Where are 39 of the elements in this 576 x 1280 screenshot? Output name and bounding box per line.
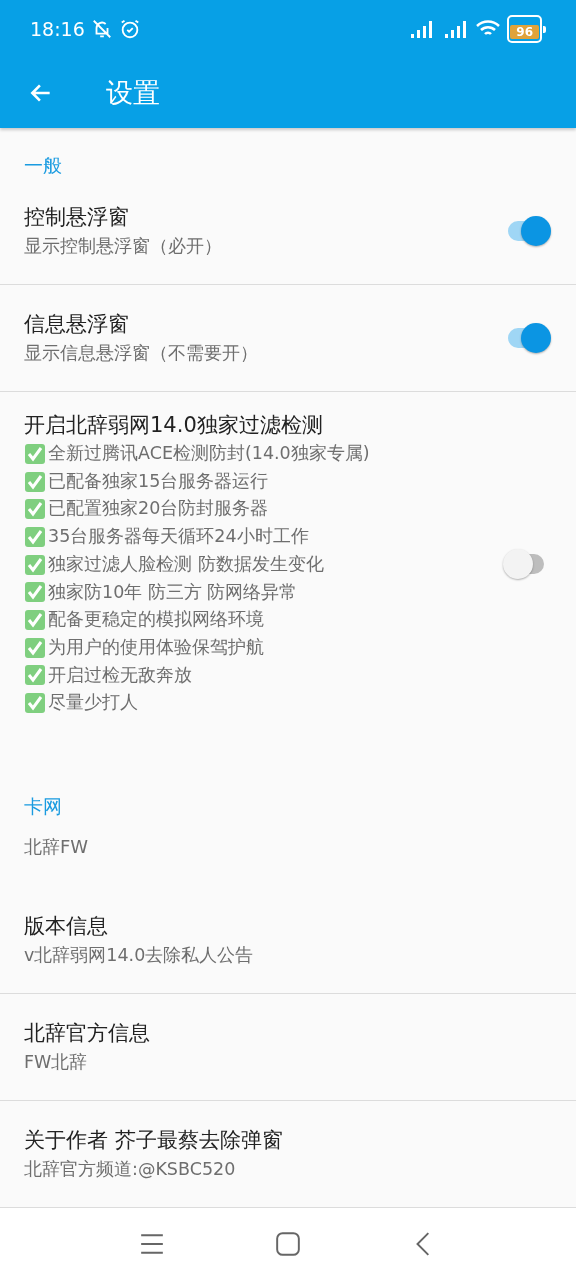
preference-title: 开启北辞弱网14.0独家过滤检测 [24, 412, 324, 439]
section-header: 卡网 [24, 794, 62, 820]
preference-title: 关于作者 芥子最蔡去除弹窗 [24, 1127, 284, 1155]
preference-summary: v北辞弱网14.0去除私人公告 [24, 944, 255, 968]
feature-line: 尽量少打人 [48, 691, 138, 715]
preference-summary: 北辞官方频道:@KSBC520 [24, 1158, 237, 1182]
check-box-icon [24, 498, 46, 521]
status-time: 18:16 [30, 18, 85, 40]
check-box-icon [24, 636, 46, 659]
check-box-icon [24, 470, 46, 493]
check-box-icon [24, 581, 46, 604]
bell-off-icon [90, 18, 113, 40]
screen-title: 设置 [106, 76, 160, 110]
check-box-icon [24, 442, 46, 465]
feature-line: 独家防10年 防三方 防网络异常 [48, 580, 298, 604]
feature-line: 已配置独家20台防封服务器 [48, 497, 269, 521]
menu-icon[interactable] [139, 1231, 165, 1257]
feature-line: 35台服务器每天循环24小时工作 [48, 525, 309, 549]
check-box-icon [24, 525, 46, 548]
check-box-icon [24, 553, 46, 576]
check-box-icon [24, 692, 46, 715]
preference-title: 控制悬浮窗 [24, 204, 130, 231]
feature-line: 开启过检无敌奔放 [48, 663, 192, 687]
feature-line: 配备更稳定的模拟网络环境 [48, 608, 264, 632]
home-icon[interactable] [275, 1231, 301, 1257]
section-header: 一般 [24, 153, 62, 178]
feature-line: 为用户的使用体验保驾护航 [48, 635, 264, 659]
preference-summary: 显示控制悬浮窗（必开） [24, 235, 223, 258]
feature-line: 已配备独家15台服务器运行 [48, 469, 269, 493]
feature-line: 全新过腾讯ACE检测防封(14.0独家专属) [48, 442, 370, 465]
preference-title: 北辞官方信息 [24, 1020, 151, 1048]
preference-title: 信息悬浮窗 [24, 311, 130, 338]
feature-line: 独家过滤人脸检测 防数据发生变化 [48, 552, 324, 576]
preference-summary: 北辞FW [24, 836, 89, 858]
preference-title: 版本信息 [24, 913, 109, 941]
preference-summary: 显示信息悬浮窗（不需要开） [24, 342, 259, 365]
check-box-icon [24, 609, 46, 632]
check-box-icon [24, 664, 46, 687]
preference-summary: FW北辞 [24, 1051, 89, 1075]
